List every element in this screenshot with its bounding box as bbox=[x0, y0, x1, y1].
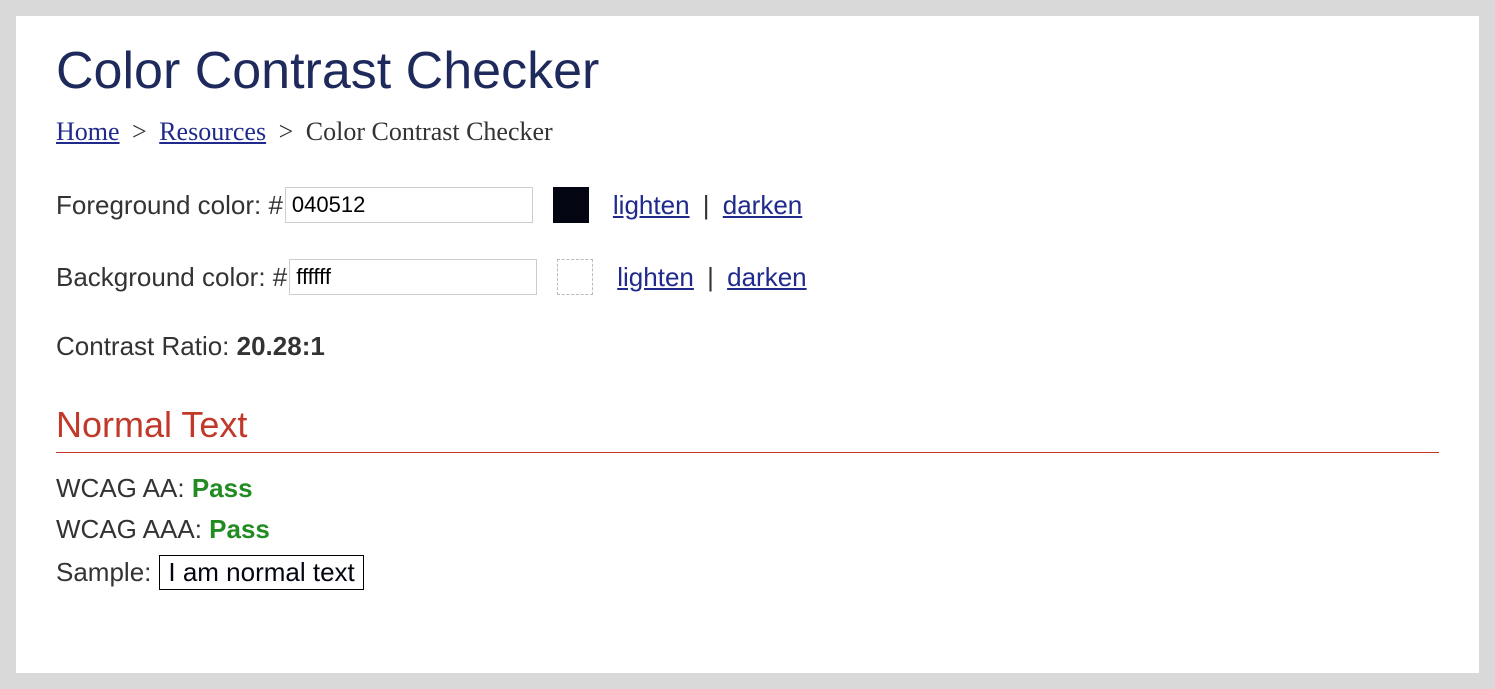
foreground-adjust-links: lighten | darken bbox=[613, 190, 802, 221]
page-container: Color Contrast Checker Home > Resources … bbox=[16, 16, 1479, 673]
background-row: Background color: # lighten | darken bbox=[56, 259, 1439, 295]
foreground-input[interactable] bbox=[285, 187, 533, 223]
page-title: Color Contrast Checker bbox=[56, 41, 1439, 101]
foreground-lighten-link[interactable]: lighten bbox=[613, 190, 690, 220]
normal-text-heading: Normal Text bbox=[56, 404, 1439, 453]
background-adjust-links: lighten | darken bbox=[617, 262, 806, 293]
separator-pipe: | bbox=[701, 262, 720, 292]
breadcrumb-separator: > bbox=[126, 117, 153, 146]
breadcrumb: Home > Resources > Color Contrast Checke… bbox=[56, 117, 1439, 147]
wcag-aaa-label: WCAG AAA: bbox=[56, 514, 209, 544]
wcag-aaa-result: Pass bbox=[209, 514, 270, 544]
sample-line: Sample: I am normal text bbox=[56, 555, 1439, 590]
wcag-aa-result: Pass bbox=[192, 473, 253, 503]
background-swatch bbox=[557, 259, 593, 295]
wcag-aa-label: WCAG AA: bbox=[56, 473, 192, 503]
sample-text-box: I am normal text bbox=[159, 555, 363, 590]
breadcrumb-home-link[interactable]: Home bbox=[56, 117, 120, 146]
background-lighten-link[interactable]: lighten bbox=[617, 262, 694, 292]
breadcrumb-resources-link[interactable]: Resources bbox=[159, 117, 266, 146]
foreground-label: Foreground color: # bbox=[56, 190, 283, 221]
background-label: Background color: # bbox=[56, 262, 287, 293]
background-darken-link[interactable]: darken bbox=[727, 262, 807, 292]
foreground-row: Foreground color: # lighten | darken bbox=[56, 187, 1439, 223]
breadcrumb-separator: > bbox=[273, 117, 300, 146]
foreground-darken-link[interactable]: darken bbox=[723, 190, 803, 220]
contrast-ratio-line: Contrast Ratio: 20.28:1 bbox=[56, 331, 1439, 362]
contrast-ratio-label: Contrast Ratio: bbox=[56, 331, 237, 361]
breadcrumb-current: Color Contrast Checker bbox=[306, 117, 553, 146]
wcag-aa-line: WCAG AA: Pass bbox=[56, 473, 1439, 504]
separator-pipe: | bbox=[697, 190, 716, 220]
contrast-ratio-value: 20.28:1 bbox=[237, 331, 325, 361]
foreground-swatch bbox=[553, 187, 589, 223]
sample-label: Sample: bbox=[56, 557, 151, 588]
background-input[interactable] bbox=[289, 259, 537, 295]
wcag-aaa-line: WCAG AAA: Pass bbox=[56, 514, 1439, 545]
